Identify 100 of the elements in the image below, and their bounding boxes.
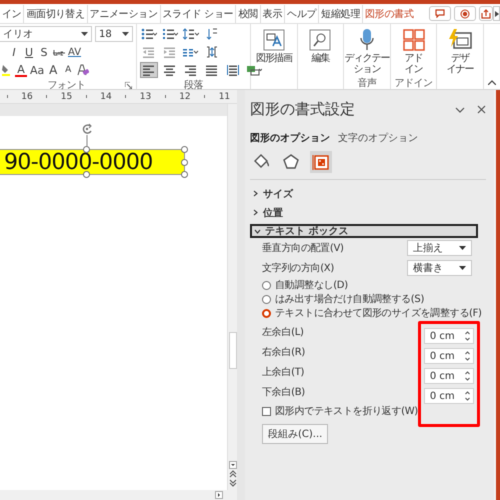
editing-button[interactable]: 編集 <box>298 24 344 76</box>
ruler-number: 11 <box>218 92 230 102</box>
checkbox[interactable] <box>262 406 271 416</box>
format-button[interactable]: I <box>8 44 20 60</box>
scroll-down-icon[interactable] <box>228 461 236 469</box>
strikethrough-icon <box>53 48 65 56</box>
smartart-icon <box>246 64 262 76</box>
scroll-right-icon[interactable] <box>215 491 223 499</box>
increase-indent-icon <box>164 46 176 58</box>
dictate-button[interactable]: ディクテー ション <box>344 24 390 76</box>
ruler-number: 13 <box>140 92 152 102</box>
ribbon-tab[interactable]: 図形の書式 <box>363 4 416 22</box>
collapse-ribbon-icon[interactable] <box>488 80 496 85</box>
decrease-font-size-button[interactable]: A <box>62 62 74 78</box>
close-icon[interactable] <box>477 105 486 114</box>
dropdown-field[interactable]: 横書き <box>407 260 472 276</box>
shapes-button[interactable]: 図形描画 <box>251 24 297 76</box>
radio-button[interactable] <box>262 294 271 304</box>
font-color-button[interactable]: A <box>15 63 27 77</box>
radio-label: 自動調整なし(D) <box>275 278 348 292</box>
columns-icon <box>183 46 199 58</box>
dropdown-field[interactable]: 上揃え <box>407 240 472 256</box>
eraser-icon <box>77 64 90 76</box>
designer-button[interactable]: デザ イナー <box>437 24 483 76</box>
clear-formatting-button[interactable] <box>77 62 90 78</box>
radio-button[interactable] <box>262 308 271 318</box>
record-button[interactable] <box>454 6 476 21</box>
chevron-down-icon[interactable] <box>455 106 465 112</box>
ribbon-tab[interactable]: 短縮処理 <box>319 4 364 22</box>
section-header[interactable]: サイズ <box>250 184 486 203</box>
text-box[interactable]: 90-0000-0000 <box>0 149 185 175</box>
font-size-field[interactable]: 18 <box>95 26 133 42</box>
pentagon-icon <box>282 153 300 171</box>
chevron-right-icon <box>494 10 498 16</box>
decrease-indent-icon <box>143 46 155 58</box>
ribbon-tab[interactable]: スライド ショー <box>160 4 236 22</box>
numbered-list-icon <box>162 28 178 40</box>
ribbon-tab[interactable]: アニメーション <box>88 4 161 22</box>
spin-arrows-icon <box>465 351 470 361</box>
ribbon-tab[interactable]: 画面切り替え <box>24 4 88 22</box>
radio-label: テキストに合わせて図形のサイズを調整する(F) <box>275 306 482 320</box>
align-left-button[interactable] <box>140 62 158 78</box>
change-case-button[interactable]: Aa <box>30 62 44 78</box>
columns-button[interactable]: 段組み(C)... <box>262 424 328 444</box>
search-icon <box>309 29 332 51</box>
group-label: 音声 <box>357 76 376 90</box>
ribbon-tab[interactable]: 校閲 <box>236 4 261 22</box>
justify-icon <box>206 64 218 76</box>
scroll-right-button[interactable] <box>493 6 500 21</box>
line-spacing-icon <box>183 28 199 40</box>
highlighter-icon <box>2 64 10 76</box>
spin-field[interactable]: 0 cm <box>424 368 474 384</box>
previous-slide-icon[interactable] <box>228 470 236 478</box>
section-header[interactable]: 位置 <box>250 203 486 222</box>
line-spacing-button[interactable] <box>182 26 200 42</box>
bullet-list-button[interactable] <box>140 26 158 42</box>
share-button[interactable] <box>479 6 493 21</box>
numbered-list-button[interactable] <box>161 26 179 42</box>
format-button[interactable]: U <box>23 44 35 60</box>
scroll-thumb[interactable] <box>228 332 236 369</box>
checkbox-label: 図形内でテキストを折り返す(W) <box>275 404 418 418</box>
group-label: 段落 <box>184 78 203 92</box>
selection-handle[interactable] <box>83 146 90 153</box>
increase-font-size-button[interactable]: A <box>47 62 60 78</box>
character-spacing-button[interactable]: AV <box>68 44 82 60</box>
ribbon-tab[interactable]: ヘルプ <box>285 4 320 22</box>
comments-button[interactable] <box>429 6 451 21</box>
section-header[interactable]: テキスト ボックス <box>250 224 478 238</box>
spin-arrows-icon <box>465 371 470 381</box>
spin-field[interactable]: 0 cm <box>424 388 474 404</box>
spin-field[interactable]: 0 cm <box>424 328 474 344</box>
comment-icon <box>435 9 445 18</box>
add-ins-button[interactable]: アド イン <box>390 24 436 76</box>
radio-button[interactable] <box>262 280 271 290</box>
spin-field[interactable]: 0 cm <box>424 348 474 364</box>
ribbon-tab[interactable]: 表示 <box>260 4 286 22</box>
next-slide-icon[interactable] <box>228 479 236 487</box>
vertical-scrollbar[interactable] <box>227 104 237 490</box>
caret-icon <box>81 32 88 36</box>
field-label: 右余白(R) <box>262 346 306 360</box>
distributed-button[interactable] <box>224 62 242 78</box>
rotate-handle-icon[interactable] <box>81 123 93 146</box>
size-properties-button[interactable] <box>310 151 332 173</box>
record-icon <box>460 8 470 18</box>
options-tab[interactable]: 図形のオプション <box>250 131 330 145</box>
options-tab[interactable]: 文字のオプション <box>338 131 418 145</box>
align-text-icon <box>206 46 218 58</box>
horizontal-scrollbar[interactable] <box>0 490 237 500</box>
align-right-icon <box>185 64 197 76</box>
caret-icon <box>122 32 129 36</box>
highlight-button[interactable] <box>0 62 12 78</box>
dialog-launcher-icon[interactable] <box>125 82 132 89</box>
ribbon-tab[interactable]: イン <box>0 4 24 22</box>
font-field[interactable]: イリオ <box>0 26 92 42</box>
group-label: アドイン <box>394 76 433 90</box>
align-left-icon <box>143 64 155 76</box>
format-button[interactable]: S <box>38 44 50 60</box>
field-label: 文字列の方向(X) <box>262 262 334 275</box>
selection-handle[interactable] <box>83 171 90 178</box>
group-label: フォント <box>48 78 86 92</box>
